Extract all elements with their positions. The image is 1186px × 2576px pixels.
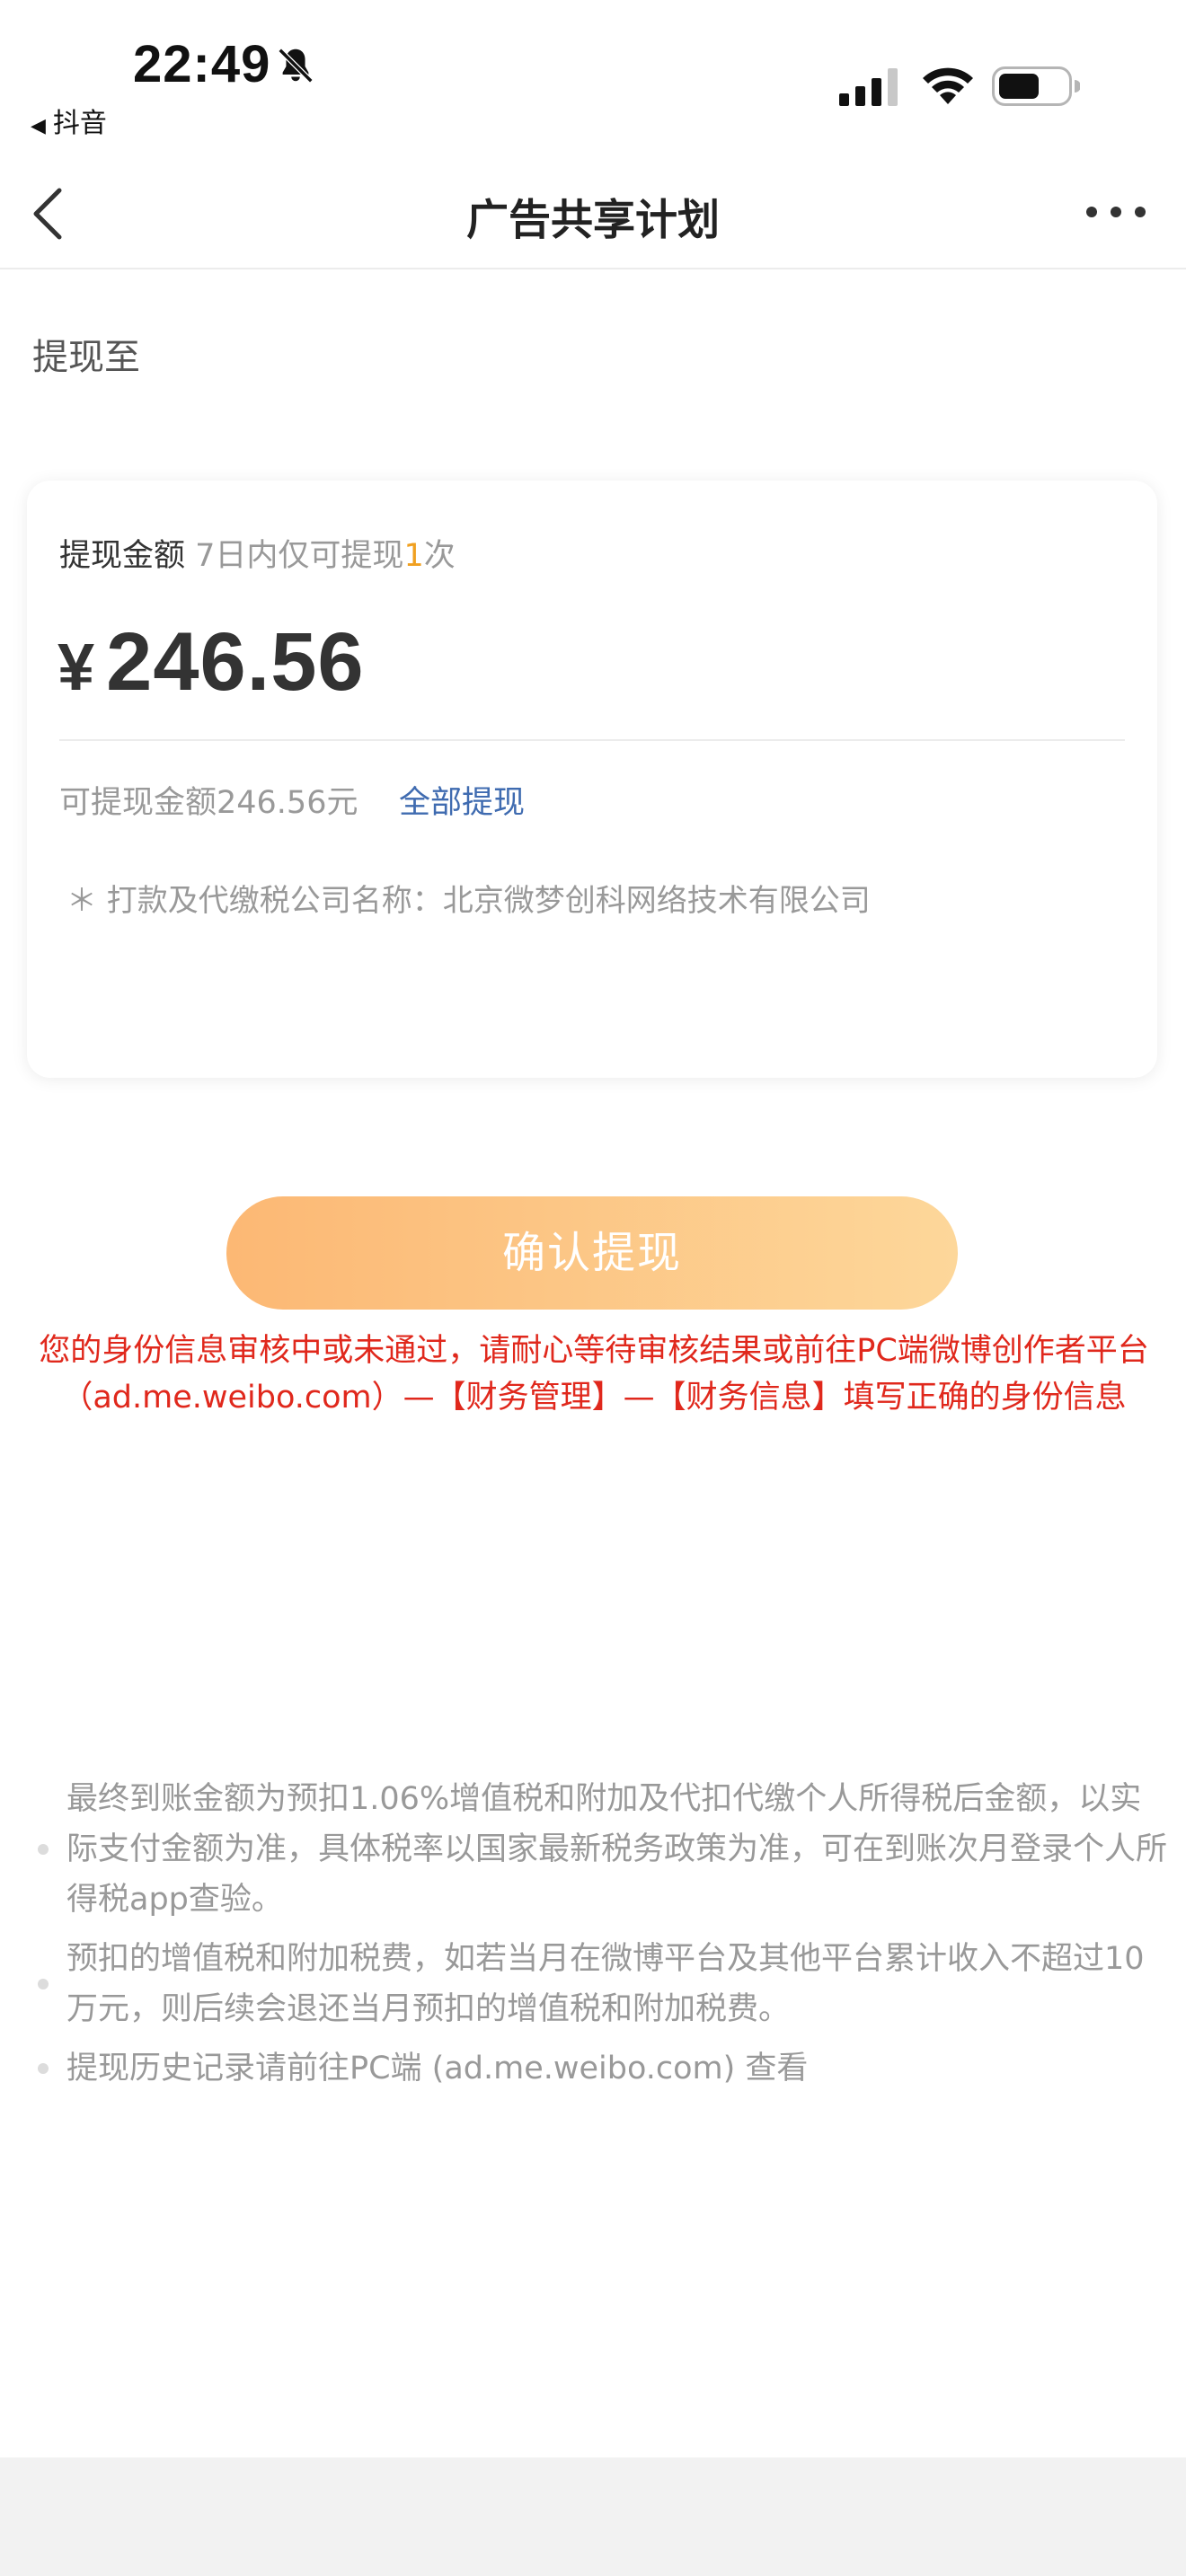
available-amount-text: 可提现金额246.56元 bbox=[59, 785, 358, 821]
company-note: ＊ 打款及代缴税公司名称：北京微梦创科网络技术有限公司 bbox=[66, 883, 871, 919]
bullet-dot bbox=[38, 1844, 49, 1855]
bullet-dot bbox=[38, 1979, 49, 1989]
note-item: 最终到账金额为预扣1.06%增值税和附加及代扣代缴个人所得税后金额，以实际支付金… bbox=[34, 1774, 1168, 1925]
note-text: 最终到账金额为预扣1.06%增值税和附加及代扣代缴个人所得税后金额，以实际支付金… bbox=[66, 1781, 1168, 1918]
withdraw-all-link[interactable]: 全部提现 bbox=[399, 777, 525, 823]
back-app-label: 抖音 bbox=[52, 108, 107, 139]
note-text: 提现历史记录请前往PC端 (ad.me.weibo.com) 查看 bbox=[66, 2051, 809, 2086]
limit-count: 1 bbox=[403, 538, 424, 574]
cellular-signal-icon bbox=[839, 68, 898, 106]
notes-list: 最终到账金额为预扣1.06%增值税和附加及代扣代缴个人所得税后金额，以实际支付金… bbox=[34, 1774, 1168, 2103]
status-time: 22:49 bbox=[133, 35, 271, 93]
limit-suffix: 次 bbox=[423, 538, 456, 574]
identity-error-message: 您的身份信息审核中或未通过，请耐心等待审核结果或前往PC端微博创作者平台（ad.… bbox=[39, 1333, 1149, 1416]
amount-header: 提现金额 7日内仅可提现1次 bbox=[59, 530, 456, 576]
limit-prefix: 7日内仅可提现 bbox=[195, 538, 404, 574]
amount-value: 246.56 bbox=[106, 616, 365, 708]
status-bar: 22:49 ◀ 抖音 bbox=[0, 0, 1186, 153]
divider bbox=[59, 739, 1125, 741]
withdraw-page: 22:49 ◀ 抖音 广告共享计划 提现至 提现金额 7日内仅可提现1次 ¥ 2… bbox=[0, 0, 1186, 2576]
note-text: 预扣的增值税和附加税费，如若当月在微博平台及其他平台累计收入不超过10万元，则后… bbox=[66, 1941, 1145, 2027]
amount-input[interactable]: ¥246.56 bbox=[58, 615, 365, 710]
withdraw-amount-card: 提现金额 7日内仅可提现1次 ¥246.56 可提现金额246.56元 全部提现… bbox=[27, 481, 1157, 1078]
bottom-area bbox=[0, 2457, 1186, 2576]
note-item: 提现历史记录请前往PC端 (ad.me.weibo.com) 查看 bbox=[34, 2043, 1168, 2094]
back-triangle-icon: ◀ bbox=[31, 115, 46, 137]
bell-off-icon bbox=[278, 48, 314, 84]
currency-symbol: ¥ bbox=[58, 630, 96, 704]
bullet-dot bbox=[38, 2063, 49, 2074]
note-item: 预扣的增值税和附加税费，如若当月在微博平台及其他平台累计收入不超过10万元，则后… bbox=[34, 1934, 1168, 2034]
amount-label: 提现金额 bbox=[59, 538, 186, 574]
page-title: 广告共享计划 bbox=[466, 196, 720, 245]
withdraw-to-label: 提现至 bbox=[32, 337, 140, 378]
more-dots-icon[interactable] bbox=[1084, 201, 1148, 223]
confirm-withdraw-button[interactable]: 确认提现 bbox=[226, 1196, 958, 1310]
back-to-app-link[interactable]: ◀ 抖音 bbox=[31, 101, 107, 140]
nav-bar: 广告共享计划 bbox=[0, 153, 1186, 269]
wifi-icon bbox=[923, 67, 973, 104]
battery-icon bbox=[992, 66, 1080, 106]
